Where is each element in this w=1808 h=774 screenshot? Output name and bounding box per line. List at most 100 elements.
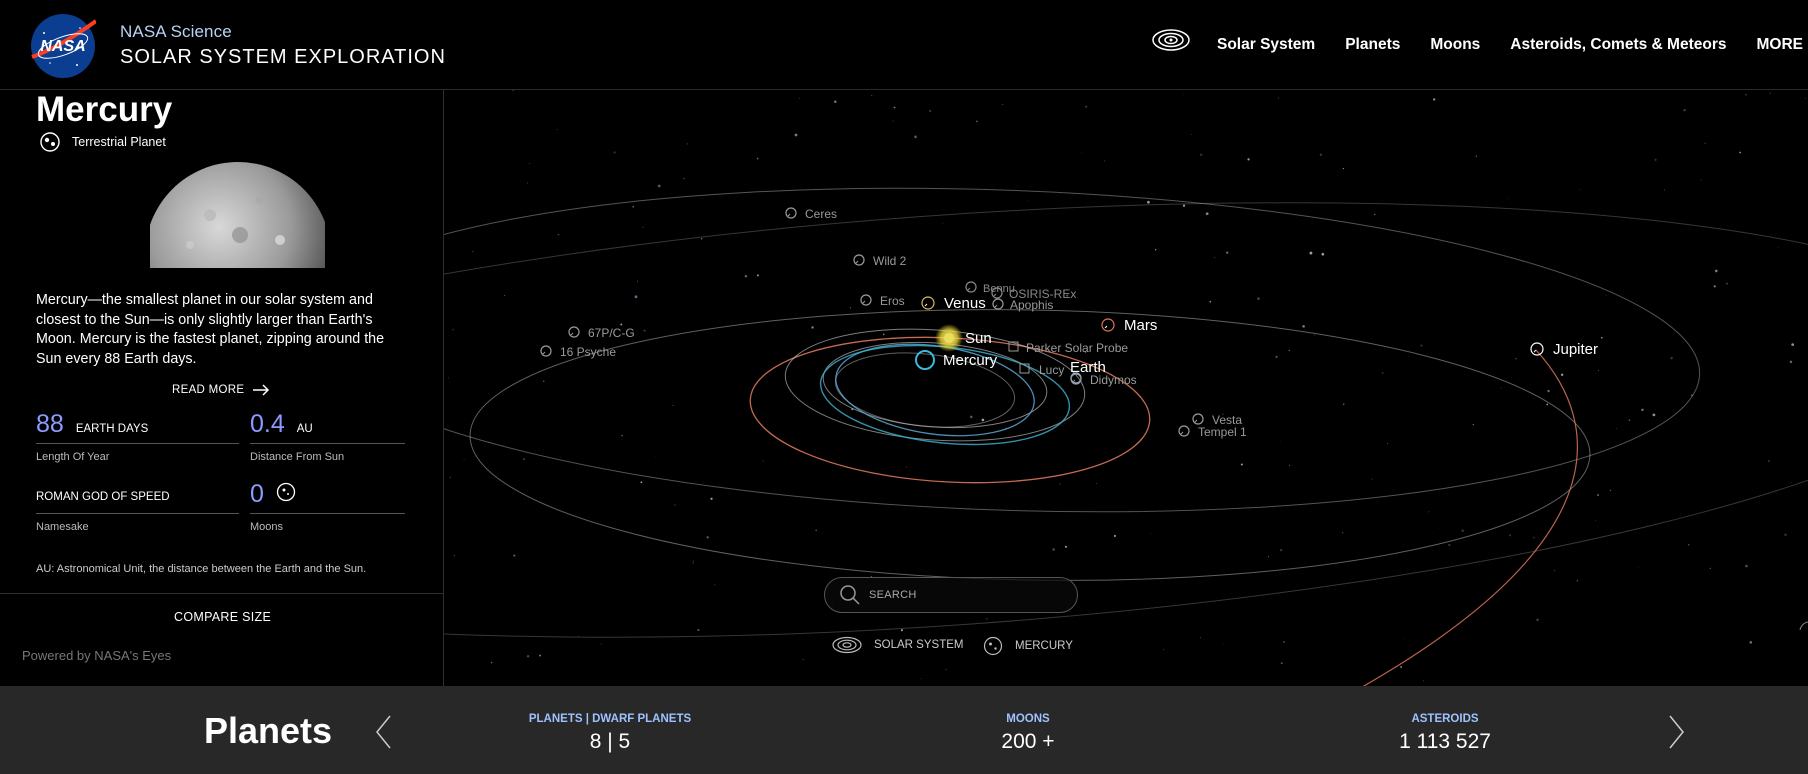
space-label-eros: Eros (880, 294, 905, 308)
read-more-label: READ MORE (172, 384, 245, 396)
marker-tick (1194, 419, 1198, 423)
star (1279, 440, 1281, 442)
eros-marker (860, 294, 872, 306)
star (945, 668, 947, 671)
nasa-logo[interactable]: NASA (30, 13, 96, 79)
star (1683, 108, 1686, 112)
star (640, 481, 643, 484)
star (556, 128, 558, 130)
star (527, 182, 529, 184)
stat-distance-from-sun: 0.4 AU Distance From Sun (250, 410, 405, 463)
star (794, 133, 798, 137)
marker-tick (862, 300, 866, 304)
orbits-icon[interactable] (1151, 27, 1191, 53)
star (914, 135, 917, 139)
star (503, 295, 506, 297)
star (942, 222, 944, 224)
star (463, 458, 465, 460)
nav-more[interactable]: MORE (1757, 36, 1804, 54)
stat-length-of-year: 88 EARTH DAYS Length Of Year (36, 410, 239, 463)
chevron-left-icon[interactable] (372, 714, 396, 750)
orbits-icon (832, 636, 862, 654)
star (1714, 269, 1718, 273)
compare-size-button[interactable]: COMPARE SIZE (174, 610, 271, 624)
nav-asteroids-comets-meteors[interactable]: Asteroids, Comets & Meteors (1510, 36, 1726, 54)
space-label-mars: Mars (1124, 317, 1157, 334)
star (1547, 389, 1550, 393)
star (672, 404, 674, 407)
star (512, 89, 514, 91)
space-label-ceres: Ceres (805, 207, 837, 221)
star (1700, 179, 1703, 181)
star (692, 562, 694, 564)
read-more-link[interactable]: READ MORE (172, 384, 270, 396)
space-label-apophis: Apophis (1010, 298, 1053, 312)
star (1150, 533, 1152, 535)
planet-icon (983, 636, 1003, 656)
star (1283, 641, 1285, 643)
star (1778, 247, 1779, 249)
67p-c-g-marker (568, 326, 580, 338)
star (1791, 343, 1795, 346)
star (1225, 251, 1229, 254)
star (1001, 103, 1004, 106)
star (1745, 93, 1747, 96)
star (1278, 97, 1280, 99)
star (1302, 325, 1305, 328)
powered-by-link[interactable]: Powered by NASA's Eyes (22, 648, 171, 663)
star (893, 106, 896, 109)
star (1104, 160, 1106, 162)
star (1769, 92, 1771, 94)
star (1423, 680, 1425, 682)
marker-tick (570, 332, 574, 336)
marker-tick (967, 287, 971, 291)
breadcrumb-mercury[interactable]: MERCURY (983, 636, 1073, 656)
search-placeholder: SEARCH (869, 589, 917, 601)
info-panel: Mercury Terrestrial Planet Mercury—the s… (0, 90, 444, 686)
moon-icon[interactable] (276, 482, 296, 502)
star (447, 377, 449, 379)
vesta-marker (1192, 413, 1204, 425)
star (1580, 189, 1582, 190)
star (683, 177, 685, 180)
star (815, 529, 817, 532)
footer-stat-value: 200 + (1001, 730, 1055, 753)
space-label-parker-solar-probe: Parker Solar Probe (1026, 341, 1128, 355)
star (1688, 544, 1690, 546)
star (1387, 443, 1389, 445)
venus-marker (921, 296, 935, 310)
star (710, 497, 713, 500)
au-footnote: AU: Astronomical Unit, the distance betw… (36, 563, 367, 575)
star (539, 654, 542, 657)
brand-title[interactable]: SOLAR SYSTEM EXPLORATION (120, 46, 446, 69)
star (1085, 105, 1088, 108)
star (706, 536, 709, 539)
star (1784, 533, 1787, 537)
star (1525, 256, 1527, 257)
star (714, 584, 716, 586)
star (529, 163, 531, 165)
nav-planets[interactable]: Planets (1345, 36, 1400, 54)
star (674, 504, 676, 506)
nav-solar-system[interactable]: Solar System (1217, 36, 1315, 54)
star (1726, 282, 1728, 285)
space-label-didymos: Didymos (1090, 373, 1137, 387)
star (1162, 649, 1164, 651)
breadcrumb-solar-system[interactable]: SOLAR SYSTEM (832, 636, 963, 654)
star (756, 274, 759, 277)
star (1616, 428, 1617, 430)
star (762, 460, 764, 462)
chevron-right-icon[interactable] (1664, 714, 1688, 750)
star (799, 97, 801, 99)
star (1342, 403, 1345, 406)
star (1554, 570, 1555, 572)
star (1288, 349, 1290, 351)
terrestrial-planet-icon (40, 132, 60, 152)
star (986, 618, 988, 620)
nav-moons[interactable]: Moons (1430, 36, 1480, 54)
search-input[interactable]: SEARCH (824, 577, 1078, 613)
brand-subtitle[interactable]: NASA Science (120, 22, 232, 42)
jupiter-orbit (1259, 349, 1579, 741)
star (880, 362, 882, 364)
star (642, 226, 644, 228)
